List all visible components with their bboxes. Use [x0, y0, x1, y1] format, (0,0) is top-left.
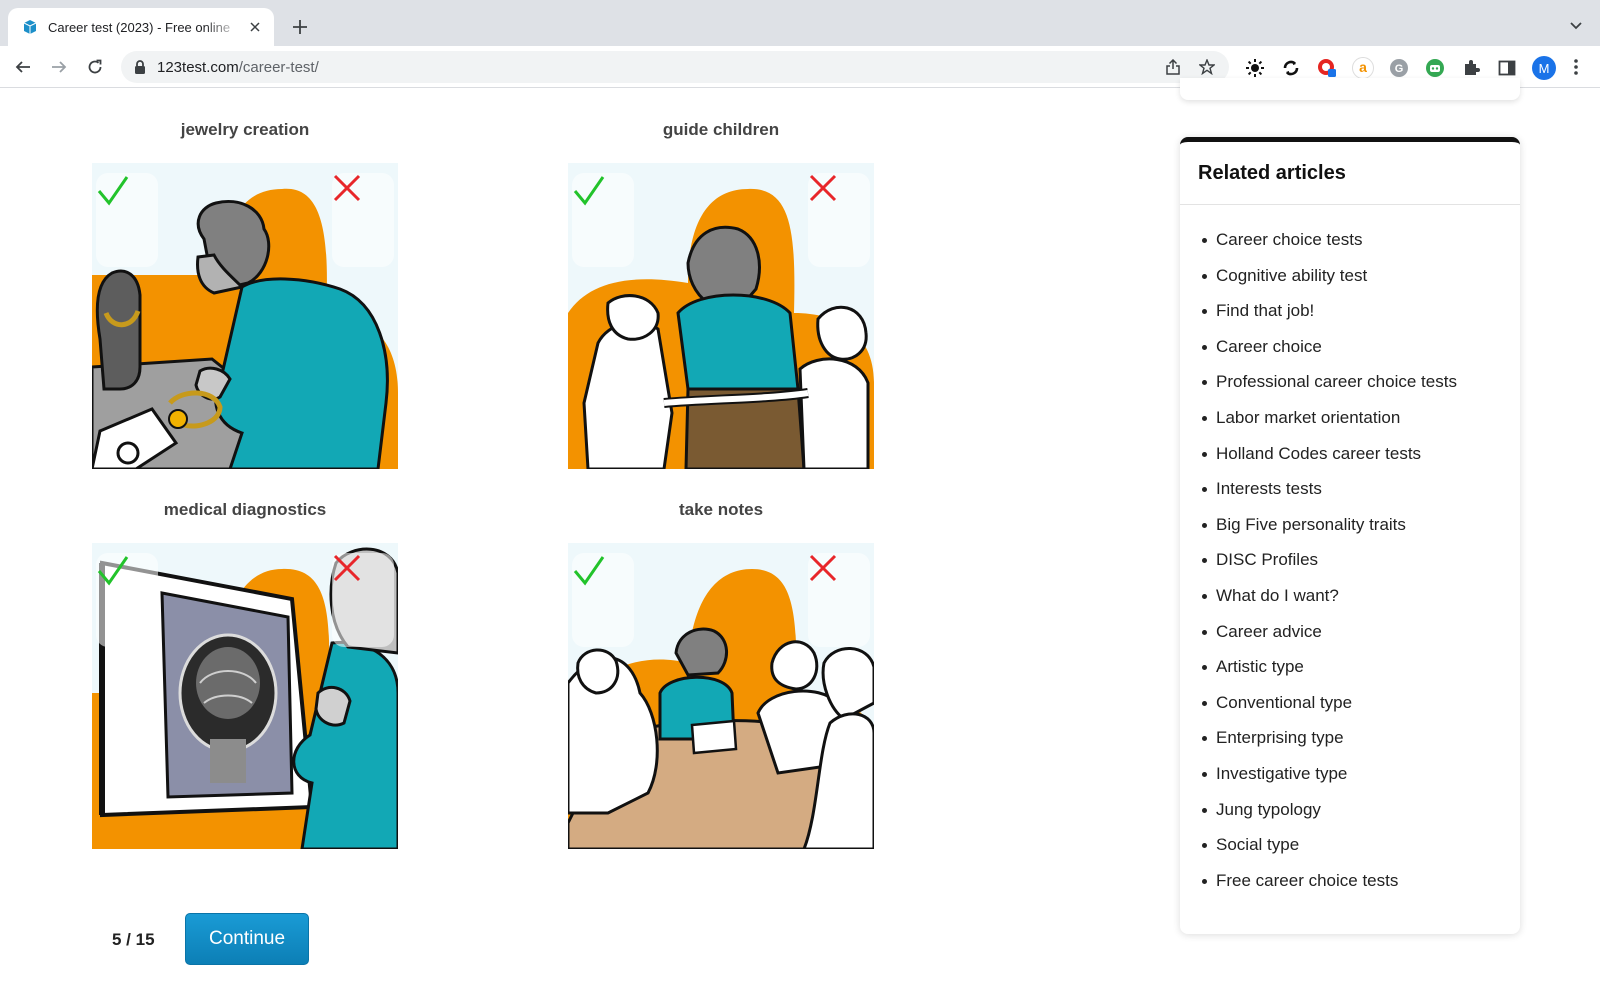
- related-article-link[interactable]: Investigative type: [1200, 759, 1520, 795]
- related-article-link[interactable]: Holland Codes career tests: [1200, 439, 1520, 475]
- adblock-extension-icon[interactable]: [1316, 57, 1338, 79]
- related-article-link[interactable]: Conventional type: [1200, 688, 1520, 724]
- progress-counter: 5 / 15: [112, 930, 155, 949]
- check-icon: [97, 176, 129, 206]
- tab-title: Career test (2023) - Free online: [48, 19, 231, 35]
- close-tab-icon[interactable]: [246, 18, 264, 36]
- guide-children-illustration: [568, 163, 874, 469]
- page-content: jewelry creation guide children medical …: [0, 78, 1600, 1000]
- browser-tab[interactable]: Career test (2023) - Free online: [8, 8, 274, 46]
- yes-check-button[interactable]: [96, 173, 158, 267]
- back-arrow-icon[interactable]: [10, 54, 36, 80]
- address-bar[interactable]: 123test.com/career-test/: [121, 51, 1229, 83]
- yes-check-button[interactable]: [572, 553, 634, 647]
- continue-button[interactable]: Continue: [185, 913, 309, 965]
- medical-diagnostics-illustration: [92, 543, 398, 849]
- amazon-extension-icon[interactable]: a: [1352, 57, 1374, 79]
- no-cross-button[interactable]: [808, 553, 870, 647]
- related-article-link[interactable]: What do I want?: [1200, 581, 1520, 617]
- related-article-link[interactable]: Career choice tests: [1200, 225, 1520, 261]
- share-icon[interactable]: [1163, 57, 1183, 77]
- no-cross-button[interactable]: [332, 553, 394, 647]
- related-article-link[interactable]: Enterprising type: [1200, 723, 1520, 759]
- related-article-link[interactable]: Social type: [1200, 830, 1520, 866]
- cross-icon: [333, 554, 361, 582]
- forward-arrow-icon[interactable]: [46, 54, 72, 80]
- jewelry-illustration: [92, 163, 398, 469]
- take-notes-illustration: [568, 543, 874, 849]
- more-menu-icon[interactable]: [1566, 57, 1586, 77]
- lock-icon[interactable]: [133, 60, 147, 74]
- cross-icon: [809, 174, 837, 202]
- related-articles-panel: Related articles Career choice tests Cog…: [1180, 137, 1520, 934]
- related-article-link[interactable]: Career advice: [1200, 617, 1520, 653]
- related-article-link[interactable]: Jung typology: [1200, 795, 1520, 831]
- reload-icon[interactable]: [82, 54, 108, 80]
- related-article-link[interactable]: Artistic type: [1200, 652, 1520, 688]
- profile-avatar[interactable]: M: [1532, 56, 1556, 80]
- related-article-link[interactable]: DISC Profiles: [1200, 545, 1520, 581]
- check-icon: [573, 556, 605, 586]
- no-cross-button[interactable]: [332, 173, 394, 267]
- no-cross-button[interactable]: [808, 173, 870, 267]
- tab-search-chevron-icon[interactable]: [1566, 16, 1586, 36]
- previous-sidebar-box: [1180, 78, 1520, 100]
- card-label: guide children: [662, 120, 780, 139]
- related-article-link[interactable]: Labor market orientation: [1200, 403, 1520, 439]
- related-articles-list: Career choice tests Cognitive ability te…: [1180, 205, 1520, 901]
- side-panel-icon[interactable]: [1496, 57, 1518, 79]
- card-label: medical diagnostics: [163, 500, 327, 519]
- sync-extension-icon[interactable]: [1280, 57, 1302, 79]
- related-article-link[interactable]: Find that job!: [1200, 296, 1520, 332]
- grammar-extension-icon[interactable]: G: [1388, 57, 1410, 79]
- cross-icon: [809, 554, 837, 582]
- yes-check-button[interactable]: [96, 553, 158, 647]
- related-article-link[interactable]: Free career choice tests: [1200, 866, 1520, 902]
- card-label: take notes: [678, 500, 764, 519]
- puzzle-extensions-icon[interactable]: [1460, 57, 1482, 79]
- new-tab-plus-icon[interactable]: [288, 15, 312, 39]
- bookmark-star-icon[interactable]: [1197, 57, 1217, 77]
- extensions-bar: a G M: [1244, 56, 1556, 80]
- sun-extension-icon[interactable]: [1244, 57, 1266, 79]
- cross-icon: [333, 174, 361, 202]
- url-text: 123test.com/career-test/: [157, 59, 319, 76]
- related-article-link[interactable]: Big Five personality traits: [1200, 510, 1520, 546]
- check-icon: [97, 556, 129, 586]
- url-host: 123test.com: [157, 58, 239, 76]
- related-articles-title: Related articles: [1180, 142, 1520, 205]
- site-favicon-icon: [23, 20, 37, 34]
- related-article-link[interactable]: Interests tests: [1200, 474, 1520, 510]
- url-path: /career-test/: [238, 58, 319, 76]
- related-article-link[interactable]: Career choice: [1200, 332, 1520, 368]
- robot-extension-icon[interactable]: [1424, 57, 1446, 79]
- related-article-link[interactable]: Professional career choice tests: [1200, 367, 1520, 403]
- svg-text:a: a: [1359, 59, 1367, 75]
- tab-strip: Career test (2023) - Free online: [0, 0, 1600, 46]
- yes-check-button[interactable]: [572, 173, 634, 267]
- related-article-link[interactable]: Cognitive ability test: [1200, 261, 1520, 297]
- check-icon: [573, 176, 605, 206]
- svg-text:G: G: [1395, 63, 1404, 75]
- card-label: jewelry creation: [180, 120, 310, 139]
